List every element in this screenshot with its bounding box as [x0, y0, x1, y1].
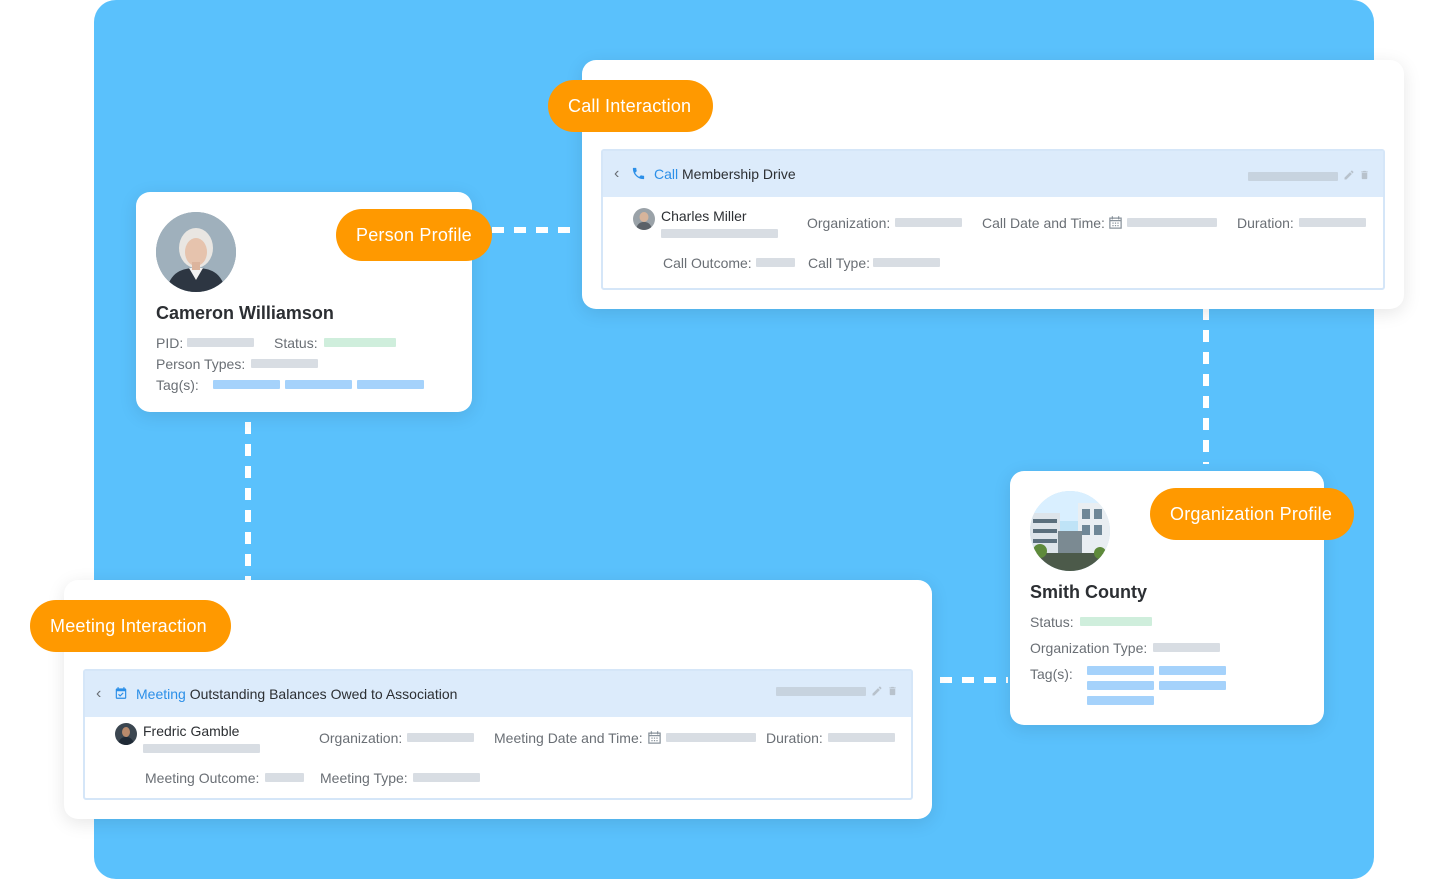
person-types-value [251, 359, 318, 368]
contact-name[interactable]: Fredric Gamble [143, 723, 239, 739]
call-date-value [1127, 218, 1217, 227]
connector-person-meeting [245, 422, 251, 580]
calendar-icon [114, 686, 128, 705]
call-type-label: Call Type: [808, 255, 870, 271]
chevron-left-icon[interactable]: ‹ [96, 685, 101, 703]
meeting-title: Outstanding Balances Owed to Association [189, 686, 458, 702]
calendar-icon[interactable] [647, 730, 662, 750]
meeting-kind: Meeting [136, 686, 186, 702]
person-name: Cameron Williamson [156, 303, 334, 323]
status-label: Status: [274, 335, 318, 351]
call-interaction-badge: Call Interaction [548, 80, 713, 132]
person-profile-badge: Person Profile [336, 209, 492, 261]
tag-chip [357, 380, 424, 389]
meeting-outcome-label: Meeting Outcome: [145, 770, 260, 786]
person-avatar [156, 212, 236, 292]
tag-chip [213, 380, 280, 389]
meeting-type-label: Meeting Type: [320, 770, 408, 786]
contact-sub [143, 744, 260, 753]
meeting-date-label: Meeting Date and Time: [494, 730, 643, 746]
delete-icon[interactable] [887, 684, 898, 702]
org-status-label: Status: [1030, 614, 1074, 630]
tag-chip [1159, 681, 1226, 690]
contact-avatar [633, 208, 655, 230]
phone-icon [631, 166, 646, 186]
organization-label: Organization: [319, 730, 403, 746]
call-outcome-label: Call Outcome: [663, 255, 752, 271]
connector-person-call [492, 227, 578, 233]
tag-chip [1159, 666, 1226, 675]
meeting-outcome-value [265, 773, 304, 782]
meeting-interaction-badge: Meeting Interaction [30, 600, 231, 652]
call-type-value [873, 258, 940, 267]
tag-chip [1087, 666, 1154, 675]
duration-label: Duration: [766, 730, 823, 746]
meeting-interaction-panel[interactable]: ‹ Meeting Outstanding Balances Owed to A… [83, 669, 913, 800]
meeting-date-value [666, 733, 756, 742]
pid-label: PID: [156, 335, 184, 351]
pid-value [187, 338, 254, 347]
contact-name[interactable]: Charles Miller [661, 208, 747, 224]
edit-icon[interactable] [871, 684, 883, 702]
call-kind: Call [654, 166, 679, 182]
connector-call-org [1203, 308, 1209, 464]
header-meta [776, 687, 866, 696]
contact-sub [661, 229, 778, 238]
meeting-header: ‹ Meeting Outstanding Balances Owed to A… [85, 671, 911, 717]
tag-chip [1087, 681, 1154, 690]
organization-avatar [1030, 491, 1110, 571]
calendar-icon[interactable] [1108, 215, 1123, 235]
call-title: Membership Drive [682, 166, 796, 182]
header-meta [1248, 172, 1338, 181]
contact-avatar [115, 723, 137, 745]
organization-value [407, 733, 474, 742]
tags-label: Tag(s): [156, 377, 199, 393]
delete-icon[interactable] [1359, 168, 1370, 186]
call-outcome-value [756, 258, 795, 267]
org-status-value [1080, 617, 1152, 626]
chevron-left-icon[interactable]: ‹ [614, 165, 619, 183]
status-value [324, 338, 396, 347]
call-interaction-panel[interactable]: ‹ Call Membership Drive Charles Miller O… [601, 149, 1385, 290]
meeting-type-value [413, 773, 480, 782]
edit-icon[interactable] [1343, 168, 1355, 186]
tag-chip [1087, 696, 1154, 705]
duration-label: Duration: [1237, 215, 1294, 231]
organization-name: Smith County [1030, 582, 1147, 602]
connector-meeting-org [940, 677, 1008, 683]
duration-value [828, 733, 895, 742]
tag-chip [285, 380, 352, 389]
call-header: ‹ Call Membership Drive [603, 151, 1383, 197]
duration-value [1299, 218, 1366, 227]
person-types-label: Person Types: [156, 356, 246, 372]
org-type-value [1153, 643, 1220, 652]
org-type-label: Organization Type: [1030, 640, 1148, 656]
organization-value [895, 218, 962, 227]
call-date-label: Call Date and Time: [982, 215, 1105, 231]
org-tags-label: Tag(s): [1030, 666, 1073, 682]
organization-profile-badge: Organization Profile [1150, 488, 1354, 540]
organization-label: Organization: [807, 215, 891, 231]
